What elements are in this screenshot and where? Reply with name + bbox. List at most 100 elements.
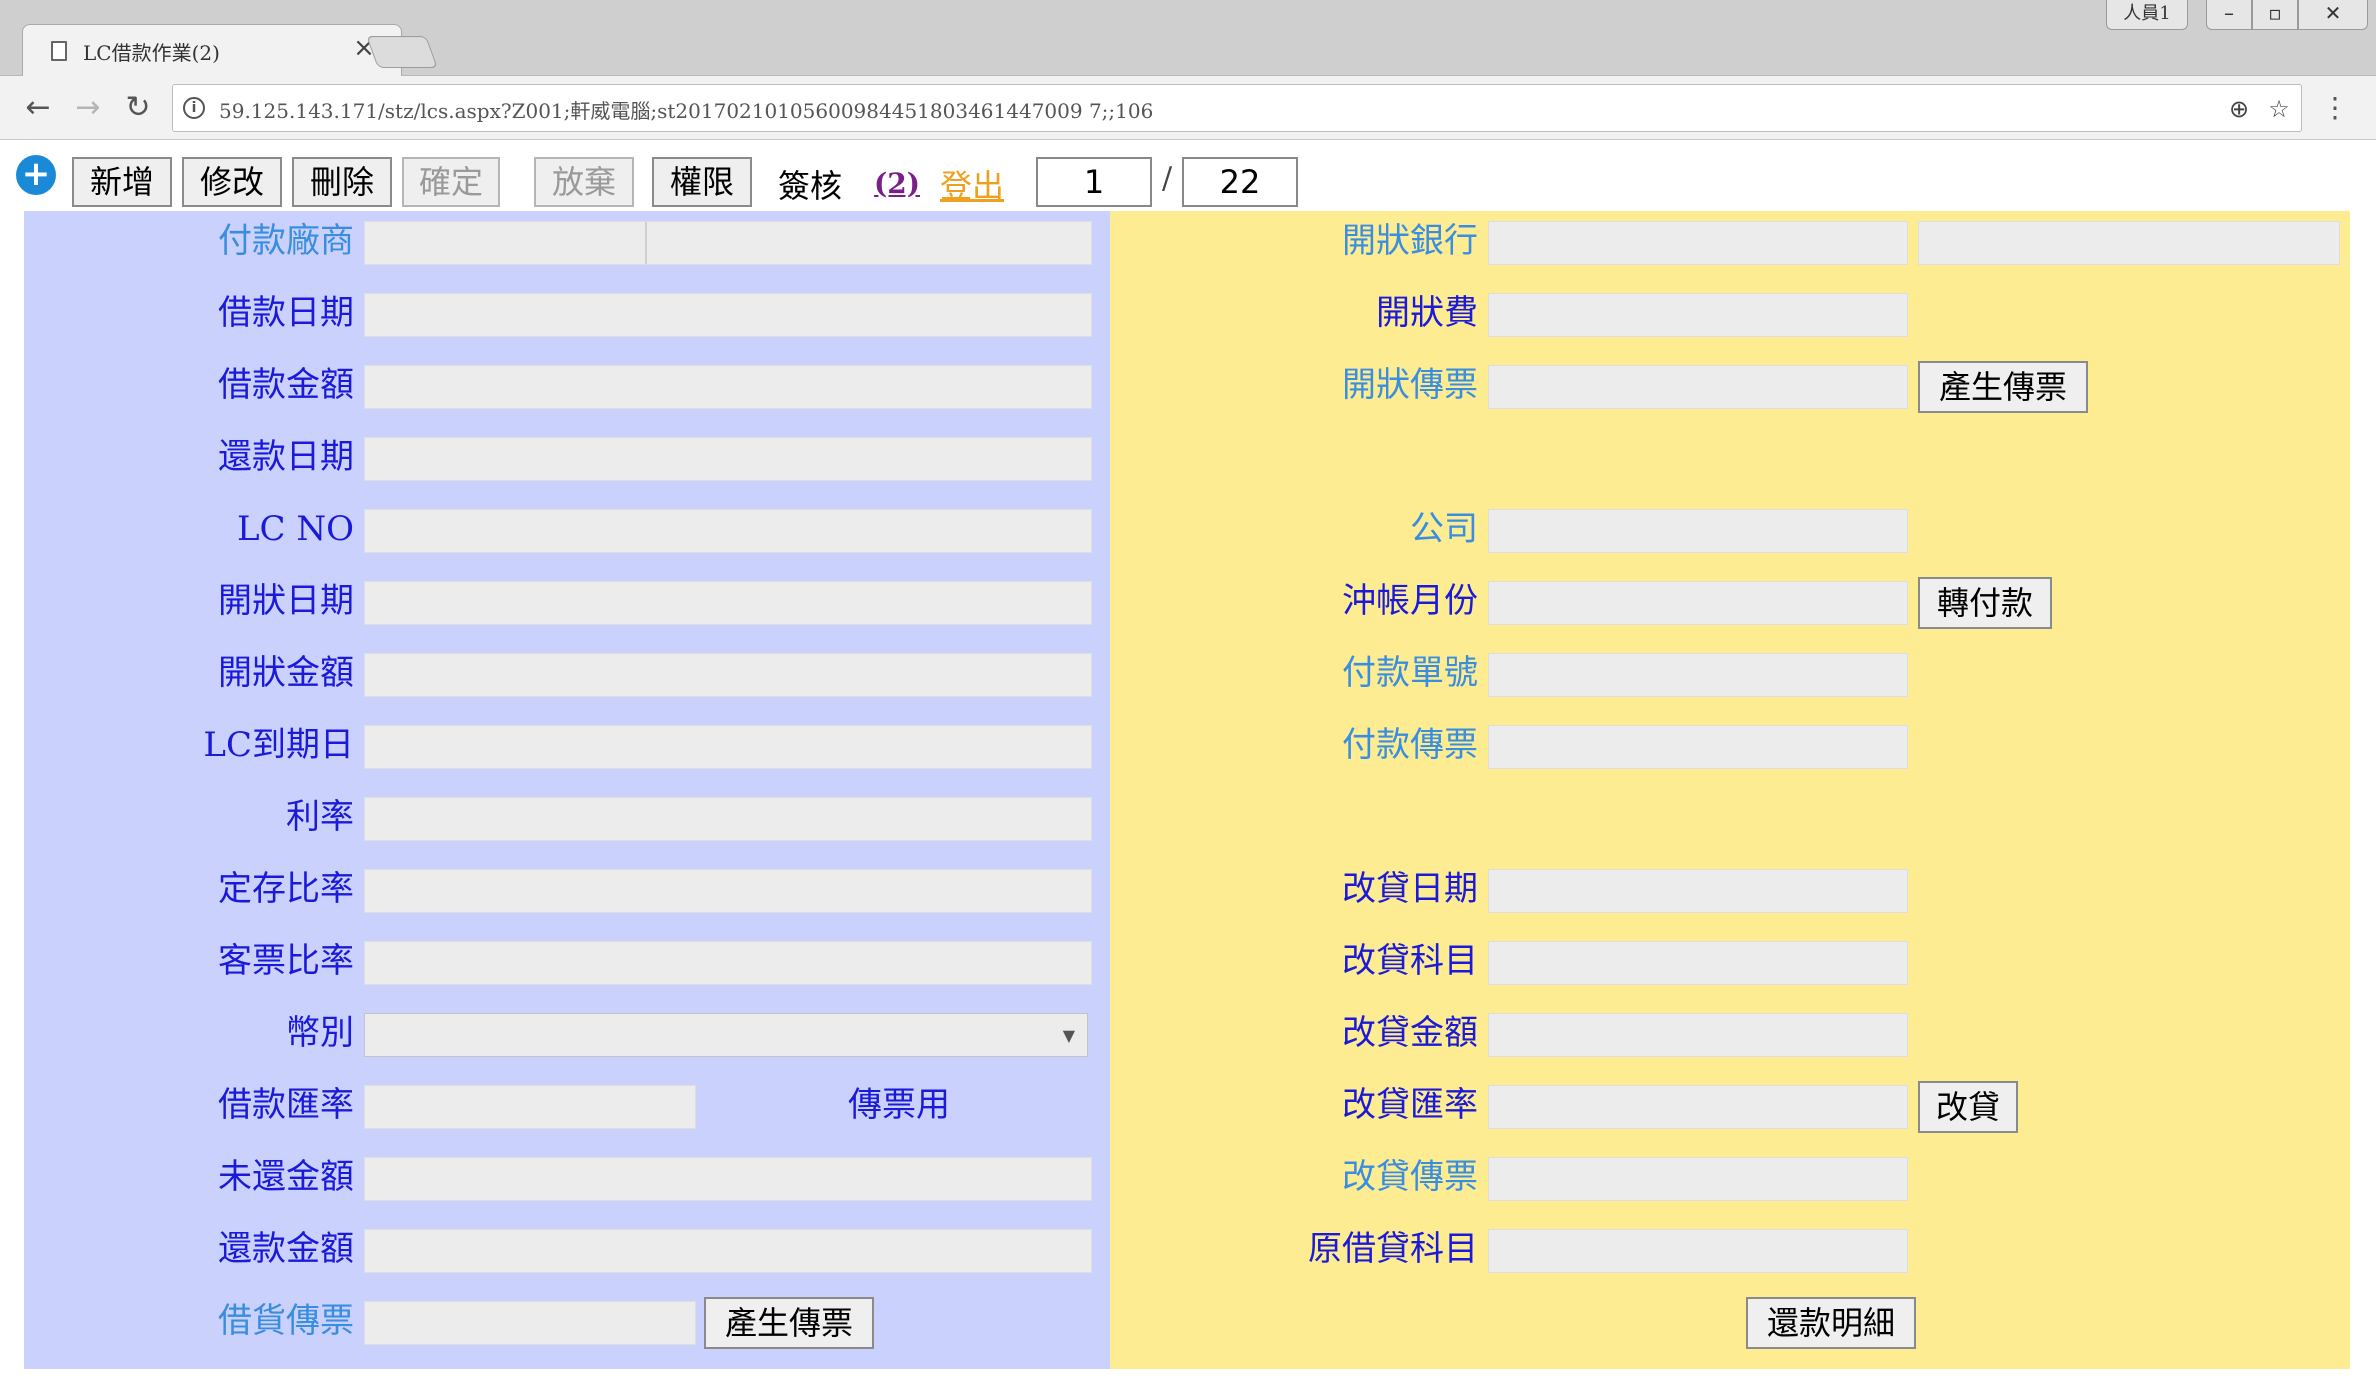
row-loan-date: 借款日期 (24, 289, 1110, 337)
loan-voucher-field[interactable] (364, 1301, 696, 1345)
row-repaid-amount: 還款金額 (24, 1225, 1110, 1273)
customer-bill-ratio-label: 客票比率 (218, 941, 354, 981)
row-loan-amount: 借款金額 (24, 361, 1110, 409)
confirm-button[interactable]: 確定 (402, 157, 500, 207)
reloan-amount-label: 改貸金額 (1342, 1013, 1478, 1053)
row-reloan-amount: 改貸金額 (1110, 1009, 2350, 1057)
row-reloan-date: 改貸日期 (1110, 865, 2350, 913)
row-interest-rate: 利率 (24, 793, 1110, 841)
new-tab-button[interactable] (366, 36, 438, 68)
unpaid-amount-field[interactable] (364, 1157, 1092, 1201)
page-total-input[interactable]: 22 (1182, 157, 1298, 207)
open-amount-field[interactable] (364, 653, 1092, 697)
open-bank-name-field[interactable] (1918, 221, 2340, 265)
lc-no-field[interactable] (364, 509, 1092, 553)
reloan-date-field[interactable] (1488, 869, 1908, 913)
loan-date-field[interactable] (364, 293, 1092, 337)
gen-loan-voucher-button[interactable]: 產生傳票 (704, 1297, 874, 1349)
loan-date-label: 借款日期 (218, 293, 354, 333)
loan-amount-field[interactable] (364, 365, 1092, 409)
user-profile-badge[interactable]: 人員1 (2106, 0, 2188, 30)
minimize-icon[interactable]: – (2206, 0, 2252, 30)
payment-no-field[interactable] (1488, 653, 1908, 697)
reloan-account-field[interactable] (1488, 941, 1908, 985)
zoom-icon[interactable]: ⊕ (2223, 93, 2255, 125)
permission-button[interactable]: 權限 (652, 157, 752, 207)
row-open-amount: 開狀金額 (24, 649, 1110, 697)
reloan-rate-field[interactable] (1488, 1085, 1908, 1129)
lc-no-label: LC NO (236, 509, 354, 549)
open-date-field[interactable] (364, 581, 1092, 625)
delete-button[interactable]: 刪除 (292, 157, 392, 207)
payment-no-label: 付款單號 (1342, 653, 1478, 693)
customer-bill-ratio-field[interactable] (364, 941, 1092, 985)
window-close-icon[interactable]: ✕ (2298, 0, 2368, 30)
open-amount-label: 開狀金額 (218, 653, 354, 693)
gen-open-voucher-button[interactable]: 產生傳票 (1918, 361, 2088, 413)
loan-rate-field[interactable] (364, 1085, 696, 1129)
browser-toolbar: ← → ↻ i 59.125.143.171/stz/lcs.aspx?Z001… (0, 76, 2376, 140)
browser-menu-icon[interactable]: ⋮ (2320, 88, 2350, 128)
reloan-account-label: 改貸科目 (1342, 941, 1478, 981)
original-loan-account-field[interactable] (1488, 1229, 1908, 1273)
info-icon[interactable]: i (183, 97, 205, 119)
add-circle-icon[interactable]: + (16, 155, 56, 195)
row-company: 公司 (1110, 505, 2350, 553)
payment-voucher-field[interactable] (1488, 725, 1908, 769)
maximize-icon[interactable]: ▫ (2252, 0, 2298, 30)
bookmark-star-icon[interactable]: ☆ (2263, 93, 2295, 125)
writeoff-month-label: 沖帳月份 (1342, 581, 1478, 621)
repaid-amount-field[interactable] (364, 1229, 1092, 1273)
interest-rate-field[interactable] (364, 797, 1092, 841)
writeoff-month-field[interactable] (1488, 581, 1908, 625)
row-deposit-ratio: 定存比率 (24, 865, 1110, 913)
open-bank-code-field[interactable] (1488, 221, 1908, 265)
cancel-button[interactable]: 放棄 (534, 157, 634, 207)
row-open-fee: 開狀費 (1110, 289, 2350, 337)
row-currency: 幣別 ▼ (24, 1009, 1110, 1057)
left-form-panel: 付款廠商 借款日期 借款金額 還款日期 LC NO 開狀日期 開狀金額 LC到期… (24, 211, 1110, 1369)
page-current-input[interactable]: 1 (1036, 157, 1152, 207)
row-payment-voucher: 付款傳票 (1110, 721, 2350, 769)
row-reloan-account: 改貸科目 (1110, 937, 2350, 985)
repay-date-field[interactable] (364, 437, 1092, 481)
row-open-date: 開狀日期 (24, 577, 1110, 625)
sign-count-link[interactable]: (2) (874, 167, 920, 200)
payment-voucher-label: 付款傳票 (1342, 725, 1478, 765)
row-reloan-voucher: 改貸傳票 (1110, 1153, 2350, 1201)
address-bar[interactable]: i 59.125.143.171/stz/lcs.aspx?Z001;軒威電腦;… (172, 84, 2302, 132)
row-repay-detail: 還款明細 (1110, 1297, 2350, 1349)
url-text[interactable]: 59.125.143.171/stz/lcs.aspx?Z001;軒威電腦;st… (219, 95, 1153, 124)
row-unpaid-amount: 未還金額 (24, 1153, 1110, 1201)
reloan-voucher-field[interactable] (1488, 1157, 1908, 1201)
row-repay-date: 還款日期 (24, 433, 1110, 481)
currency-select[interactable]: ▼ (364, 1013, 1088, 1057)
transfer-payment-button[interactable]: 轉付款 (1918, 577, 2052, 629)
reloan-amount-field[interactable] (1488, 1013, 1908, 1057)
row-lc-expiry: LC到期日 (24, 721, 1110, 769)
row-lc-no: LC NO (24, 505, 1110, 553)
reloan-button[interactable]: 改貸 (1918, 1081, 2018, 1133)
open-voucher-field[interactable] (1488, 365, 1908, 409)
lc-expiry-field[interactable] (364, 725, 1092, 769)
edit-button[interactable]: 修改 (182, 157, 282, 207)
open-fee-field[interactable] (1488, 293, 1908, 337)
loan-voucher-label: 借貨傳票 (218, 1301, 354, 1341)
vendor-field[interactable] (364, 221, 1092, 265)
reload-icon[interactable]: ↻ (118, 88, 158, 128)
add-button[interactable]: 新增 (72, 157, 172, 207)
sign-label[interactable]: 簽核 (778, 161, 842, 207)
voucher-use-label: 傳票用 (848, 1085, 950, 1125)
loan-rate-label: 借款匯率 (218, 1085, 354, 1125)
back-arrow-icon[interactable]: ← (18, 88, 58, 128)
forward-arrow-icon[interactable]: → (68, 88, 108, 128)
repay-detail-button[interactable]: 還款明細 (1746, 1297, 1916, 1349)
browser-tab-active[interactable]: LC借款作業(2) × (22, 24, 402, 78)
open-date-label: 開狀日期 (218, 581, 354, 621)
unpaid-amount-label: 未還金額 (218, 1157, 354, 1197)
deposit-ratio-field[interactable] (364, 869, 1092, 913)
company-field[interactable] (1488, 509, 1908, 553)
original-loan-account-label: 原借貸科目 (1308, 1229, 1478, 1269)
row-vendor: 付款廠商 (24, 217, 1110, 265)
logout-link[interactable]: 登出 (940, 161, 1004, 207)
